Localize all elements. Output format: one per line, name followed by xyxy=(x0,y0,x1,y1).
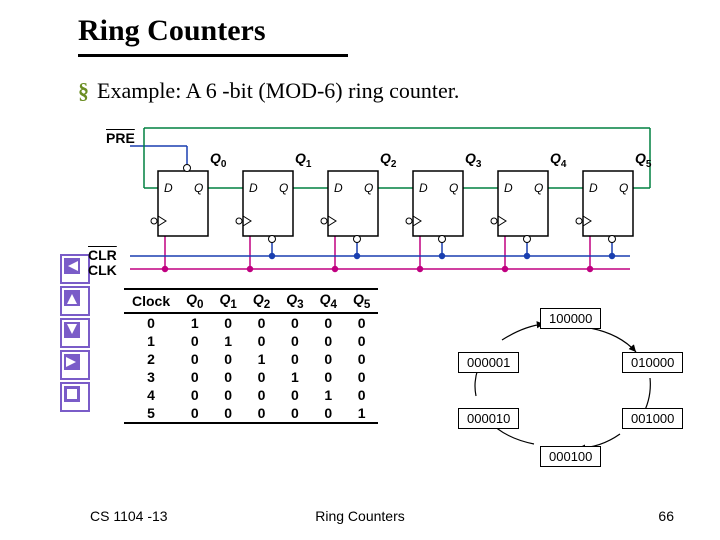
table-cell: 0 xyxy=(312,404,345,423)
table-cell: 3 xyxy=(124,368,178,386)
svg-text:Q: Q xyxy=(279,181,288,195)
table-cell: 0 xyxy=(312,332,345,350)
table-cell: 1 xyxy=(278,368,311,386)
table-cell: 1 xyxy=(245,350,278,368)
svg-text:Q: Q xyxy=(364,181,373,195)
table-header: Clock xyxy=(124,289,178,313)
state-000001: 000001 xyxy=(458,352,519,373)
table-cell: 0 xyxy=(245,404,278,423)
svg-text:D: D xyxy=(164,181,173,195)
table-header: Q2 xyxy=(245,289,278,313)
table-cell: 2 xyxy=(124,350,178,368)
table-cell: 0 xyxy=(212,350,245,368)
table-cell: 0 xyxy=(245,332,278,350)
table-cell: 1 xyxy=(312,386,345,404)
table-cell: 0 xyxy=(178,404,211,423)
table-cell: 0 xyxy=(312,313,345,332)
state-100000: 100000 xyxy=(540,308,601,329)
svg-text:D: D xyxy=(249,181,258,195)
q-output-3: Q3 xyxy=(465,150,481,170)
svg-text:Q: Q xyxy=(194,181,203,195)
table-row: 1010000 xyxy=(124,332,378,350)
table-cell: 1 xyxy=(212,332,245,350)
bullet-line: § Example: A 6 -bit (MOD-6) ring counter. xyxy=(78,78,459,104)
table-cell: 1 xyxy=(178,313,211,332)
state-table: ClockQ0Q1Q2Q3Q4Q5 0100000101000020010003… xyxy=(124,288,378,424)
state-000010: 000010 xyxy=(458,408,519,429)
table-cell: 0 xyxy=(245,313,278,332)
table-cell: 0 xyxy=(312,350,345,368)
table-cell: 0 xyxy=(278,350,311,368)
table-cell: 5 xyxy=(124,404,178,423)
footer-center: Ring Counters xyxy=(0,508,720,524)
svg-text:Q: Q xyxy=(619,181,628,195)
table-cell: 0 xyxy=(345,386,378,404)
svg-text:D: D xyxy=(504,181,513,195)
table-cell: 0 xyxy=(178,368,211,386)
q-output-4: Q4 xyxy=(550,150,566,170)
table-cell: 0 xyxy=(212,386,245,404)
svg-text:D: D xyxy=(334,181,343,195)
svg-text:Q: Q xyxy=(534,181,543,195)
state-001000: 001000 xyxy=(622,408,683,429)
table-cell: 0 xyxy=(278,313,311,332)
table-row: 4000010 xyxy=(124,386,378,404)
svg-text:D: D xyxy=(589,181,598,195)
table-header: Q3 xyxy=(278,289,311,313)
table-cell: 0 xyxy=(212,368,245,386)
table-row: 0100000 xyxy=(124,313,378,332)
table-cell: 0 xyxy=(278,386,311,404)
circuit-svg: DQDQDQDQDQDQ xyxy=(110,116,670,286)
decorative-squares xyxy=(60,254,90,414)
table-cell: 1 xyxy=(124,332,178,350)
footer-right: 66 xyxy=(658,508,674,524)
svg-text:Q: Q xyxy=(449,181,458,195)
table-cell: 0 xyxy=(124,313,178,332)
table-cell: 0 xyxy=(245,386,278,404)
table-cell: 0 xyxy=(345,332,378,350)
state-diagram: 100000 010000 001000 000100 000010 00000… xyxy=(440,298,690,488)
table-header: Q1 xyxy=(212,289,245,313)
table-cell: 0 xyxy=(345,313,378,332)
table-cell: 0 xyxy=(278,404,311,423)
label-pre: PRE xyxy=(106,130,135,146)
table-row: 2001000 xyxy=(124,350,378,368)
table-cell: 0 xyxy=(345,368,378,386)
table-cell: 0 xyxy=(178,350,211,368)
q-output-0: Q0 xyxy=(210,150,226,170)
table-cell: 0 xyxy=(245,368,278,386)
table-cell: 1 xyxy=(345,404,378,423)
q-output-1: Q1 xyxy=(295,150,311,170)
state-000100: 000100 xyxy=(540,446,601,467)
state-010000: 010000 xyxy=(622,352,683,373)
q-output-2: Q2 xyxy=(380,150,396,170)
table-cell: 0 xyxy=(345,350,378,368)
table-cell: 0 xyxy=(212,313,245,332)
table-cell: 0 xyxy=(278,332,311,350)
table-cell: 0 xyxy=(312,368,345,386)
table-header: Q0 xyxy=(178,289,211,313)
table-row: 5000001 xyxy=(124,404,378,423)
table-cell: 0 xyxy=(178,332,211,350)
title-underline xyxy=(78,54,348,57)
bullet-marker: § xyxy=(78,78,89,103)
page-title: Ring Counters xyxy=(78,14,266,48)
label-clk: CLK xyxy=(88,262,117,278)
table-header: Q4 xyxy=(312,289,345,313)
table-cell: 4 xyxy=(124,386,178,404)
table-cell: 0 xyxy=(178,386,211,404)
slide: Ring Counters § Example: A 6 -bit (MOD-6)… xyxy=(0,0,720,540)
table-row: 3000100 xyxy=(124,368,378,386)
bullet-text: Example: A 6 -bit (MOD-6) ring counter. xyxy=(97,78,459,103)
q-output-5: Q5 xyxy=(635,150,651,170)
circuit-diagram: DQDQDQDQDQDQ Q0Q1Q2Q3Q4Q5 PRE CLR CLK xyxy=(110,116,650,276)
label-clr: CLR xyxy=(88,247,117,263)
table-cell: 0 xyxy=(212,404,245,423)
table-header: Q5 xyxy=(345,289,378,313)
svg-text:D: D xyxy=(419,181,428,195)
